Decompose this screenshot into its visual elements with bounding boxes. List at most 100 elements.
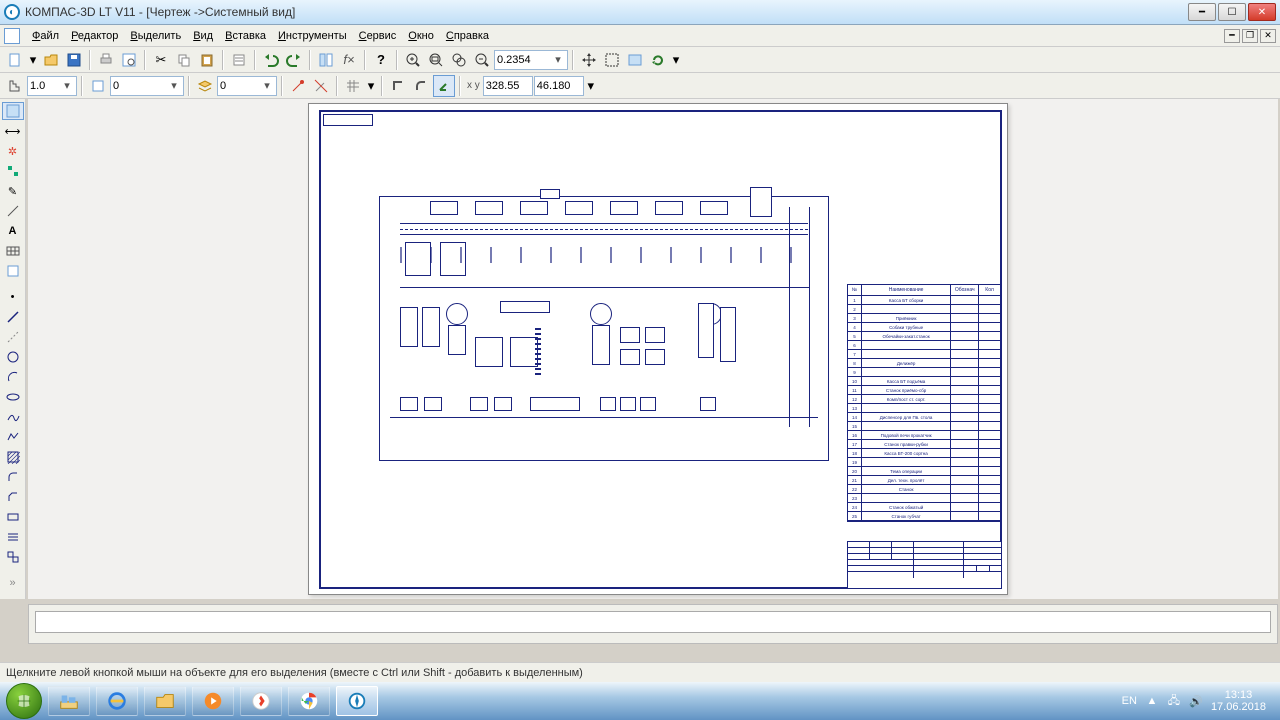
step-value: 1.0	[30, 80, 45, 92]
coord-y[interactable]: 46.180	[534, 76, 584, 96]
property-input[interactable]	[35, 611, 1271, 633]
line-tool-icon[interactable]	[2, 308, 24, 326]
measure-panel-icon[interactable]	[2, 202, 24, 220]
help-button[interactable]: ?	[370, 49, 392, 71]
mdi-close[interactable]: ✕	[1260, 29, 1276, 43]
zoom-out-button[interactable]	[471, 49, 493, 71]
copy-button[interactable]	[173, 49, 195, 71]
document-icon	[4, 28, 20, 44]
vars-button[interactable]: f×	[338, 49, 360, 71]
menu-window[interactable]: Окно	[402, 28, 440, 44]
circle-tool-icon[interactable]	[2, 348, 24, 366]
window-title: КОМПАС-3D LT V11 - [Чертеж ->Системный в…	[25, 5, 1188, 19]
mdi-minimize[interactable]: ━	[1224, 29, 1240, 43]
rect-tool-icon[interactable]	[2, 508, 24, 526]
tray-flag-icon[interactable]: ▲	[1145, 694, 1159, 708]
ortho-button[interactable]	[387, 75, 409, 97]
text-panel-icon[interactable]: A	[2, 222, 24, 240]
start-button[interactable]	[6, 683, 42, 719]
close-button[interactable]: ✕	[1248, 3, 1276, 21]
point-tool-icon[interactable]: •	[2, 288, 24, 306]
grid-dd[interactable]: ▾	[365, 75, 377, 97]
redo-button[interactable]	[283, 49, 305, 71]
menu-tools[interactable]: Инструменты	[272, 28, 353, 44]
equid-tool-icon[interactable]	[2, 528, 24, 546]
print-button[interactable]	[95, 49, 117, 71]
step-combo[interactable]: 1.0▾	[27, 76, 77, 96]
step-button[interactable]	[4, 75, 26, 97]
tool-palette: ⟷ ✲ ✎ A • »	[0, 99, 26, 599]
save-button[interactable]	[63, 49, 85, 71]
task-media[interactable]	[192, 686, 234, 716]
menu-file[interactable]: Файл	[26, 28, 65, 44]
drawing-canvas[interactable]: №НаименованиеОбозначКол 1Касса БТ сборки…	[28, 99, 1278, 599]
menu-edit[interactable]: Редактор	[65, 28, 124, 44]
chamfer-tool-icon[interactable]	[2, 488, 24, 506]
refresh-button[interactable]	[647, 49, 669, 71]
round-button[interactable]	[410, 75, 432, 97]
zoom-combo[interactable]: 0.2354▾	[494, 50, 568, 70]
coord-dd[interactable]: ▾	[585, 75, 597, 97]
geometry-panel-icon[interactable]	[2, 102, 24, 120]
local-cs-button[interactable]	[433, 75, 455, 97]
preview-button[interactable]	[118, 49, 140, 71]
new-dropdown[interactable]: ▾	[27, 49, 39, 71]
minimize-button[interactable]: ━	[1188, 3, 1216, 21]
maximize-button[interactable]: ☐	[1218, 3, 1246, 21]
layer-combo[interactable]: 0▾	[217, 76, 277, 96]
table-panel-icon[interactable]	[2, 242, 24, 260]
properties-button[interactable]	[228, 49, 250, 71]
clock[interactable]: 13:13 17.06.2018	[1211, 689, 1266, 713]
redraw-button[interactable]	[624, 49, 646, 71]
layers-button[interactable]	[194, 75, 216, 97]
task-ie[interactable]	[96, 686, 138, 716]
param-panel-icon[interactable]: ✎	[2, 182, 24, 200]
menu-service[interactable]: Сервис	[353, 28, 403, 44]
zoom-dyn-button[interactable]	[448, 49, 470, 71]
paste-button[interactable]	[196, 49, 218, 71]
dimensions-panel-icon[interactable]: ⟷	[2, 122, 24, 140]
notation-panel-icon[interactable]: ✲	[2, 142, 24, 160]
view-state-button[interactable]	[87, 75, 109, 97]
lang-indicator[interactable]: EN	[1122, 695, 1137, 707]
tray-volume-icon[interactable]: 🔊	[1189, 694, 1203, 708]
grid-button[interactable]	[342, 75, 364, 97]
state-combo[interactable]: 0▾	[110, 76, 184, 96]
edit-panel-icon[interactable]	[2, 162, 24, 180]
task-yandex[interactable]	[240, 686, 282, 716]
mdi-restore[interactable]: ❐	[1242, 29, 1258, 43]
frame-marker	[323, 114, 373, 126]
menu-help[interactable]: Справка	[440, 28, 495, 44]
aux-line-tool-icon[interactable]	[2, 328, 24, 346]
task-kompas[interactable]	[336, 686, 378, 716]
tray-network-icon[interactable]: 🖧	[1167, 694, 1181, 708]
coord-x[interactable]: 328.55	[483, 76, 533, 96]
menu-select[interactable]: Выделить	[124, 28, 187, 44]
undo-button[interactable]	[260, 49, 282, 71]
collect-tool-icon[interactable]	[2, 548, 24, 566]
views-panel-icon[interactable]	[2, 262, 24, 280]
spline-tool-icon[interactable]	[2, 408, 24, 426]
refresh-dd[interactable]: ▾	[670, 49, 682, 71]
menu-insert[interactable]: Вставка	[219, 28, 272, 44]
expand-icon[interactable]: »	[2, 574, 24, 592]
spec-table: №НаименованиеОбозначКол 1Касса БТ сборки…	[847, 284, 1002, 522]
ellipse-tool-icon[interactable]	[2, 388, 24, 406]
task-folder[interactable]	[144, 686, 186, 716]
polyline-tool-icon[interactable]	[2, 428, 24, 446]
pan-button[interactable]	[578, 49, 600, 71]
manager-button[interactable]	[315, 49, 337, 71]
fillet-tool-icon[interactable]	[2, 468, 24, 486]
task-chrome[interactable]	[288, 686, 330, 716]
snap-end-button[interactable]	[287, 75, 309, 97]
hatch-tool-icon[interactable]	[2, 448, 24, 466]
open-button[interactable]	[40, 49, 62, 71]
arc-tool-icon[interactable]	[2, 368, 24, 386]
task-explorer[interactable]	[48, 686, 90, 716]
cut-button[interactable]: ✂	[150, 49, 172, 71]
zoom-window-button[interactable]	[425, 49, 447, 71]
zoom-in-button[interactable]	[402, 49, 424, 71]
menu-view[interactable]: Вид	[187, 28, 219, 44]
fit-button[interactable]	[601, 49, 623, 71]
new-button[interactable]	[4, 49, 26, 71]
